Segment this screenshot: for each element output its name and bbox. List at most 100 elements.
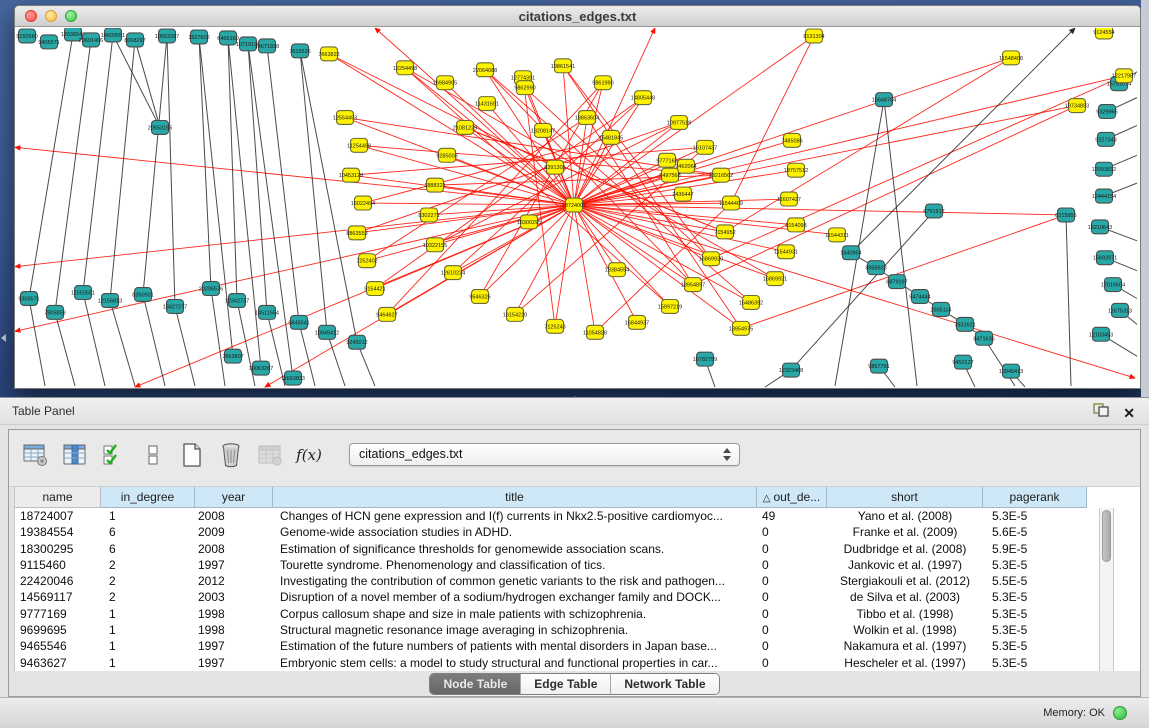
graph-edge[interactable] — [363, 203, 574, 205]
graph-edge[interactable] — [375, 98, 643, 289]
table-row[interactable]: 1456911722003Disruption of a novel membe… — [9, 589, 1140, 605]
table-cell[interactable]: 49 — [757, 508, 827, 524]
graph-edge[interactable] — [884, 100, 917, 386]
graph-edge[interactable] — [110, 40, 135, 301]
table-cell[interactable]: 1 — [101, 606, 195, 622]
table-cell[interactable]: 0 — [757, 622, 827, 638]
graph-edge[interactable] — [574, 205, 1135, 378]
table-cell[interactable]: 5.3E-5 — [983, 508, 1087, 524]
table-cell[interactable]: 5.5E-5 — [983, 573, 1087, 589]
graph-edge[interactable] — [143, 36, 167, 295]
table-cell[interactable]: Estimation of the future numbers of pati… — [273, 638, 757, 654]
graph-edge[interactable] — [248, 44, 267, 313]
table-cell[interactable]: Dudbridge et al. (2008) — [827, 541, 983, 557]
graph-edge[interactable] — [265, 205, 574, 387]
table-row[interactable]: 977716911998Corpus callosum shape and si… — [9, 606, 1140, 622]
table-cell[interactable]: 1998 — [195, 606, 273, 622]
table-row[interactable]: 946554611997Estimation of the future num… — [9, 638, 1140, 654]
table-cell[interactable]: Disruption of a novel member of a sodium… — [273, 589, 757, 605]
new-column-icon[interactable] — [177, 440, 207, 470]
table-cell[interactable]: 0 — [757, 573, 827, 589]
graph-edge[interactable] — [110, 300, 135, 386]
graph-edge[interactable] — [175, 306, 195, 386]
table-cell[interactable]: Tibbo et al. (1998) — [827, 606, 983, 622]
table-cell[interactable]: Investigating the contribution of common… — [273, 573, 757, 589]
close-panel-icon[interactable]: ✕ — [1123, 405, 1135, 421]
panel-collapse-arrow[interactable] — [1, 334, 6, 342]
table-cell[interactable]: 9463627 — [15, 655, 101, 671]
table-cell[interactable]: de Silva et al. (2003) — [827, 589, 983, 605]
table-cell[interactable]: 0 — [757, 606, 827, 622]
table-cell[interactable]: 2012 — [195, 573, 273, 589]
table-cell[interactable]: 14569117 — [15, 589, 101, 605]
minimize-window-button[interactable] — [45, 10, 57, 22]
table-cell[interactable]: 5.3E-5 — [983, 655, 1087, 671]
table-cell[interactable]: 22420046 — [15, 573, 101, 589]
graph-edge[interactable] — [113, 35, 160, 127]
scrollbar-thumb[interactable] — [1102, 510, 1111, 562]
graph-edge[interactable] — [267, 312, 285, 386]
table-cell[interactable]: 1 — [101, 655, 195, 671]
unselect-all-icon[interactable] — [138, 440, 168, 470]
table-cell[interactable]: Corpus callosum shape and size in male p… — [273, 606, 757, 622]
table-cell[interactable]: 6 — [101, 541, 195, 557]
table-cell[interactable]: 6 — [101, 524, 195, 540]
table-cell[interactable]: 2009 — [195, 524, 273, 540]
table-cell[interactable]: 1997 — [195, 638, 273, 654]
table-cell[interactable]: 0 — [757, 655, 827, 671]
tab-edge-table[interactable]: Edge Table — [520, 674, 610, 694]
zoom-window-button[interactable] — [65, 10, 77, 22]
table-cell[interactable]: 5.9E-5 — [983, 541, 1087, 557]
graph-edge[interactable] — [300, 51, 327, 332]
delete-column-icon[interactable] — [216, 440, 246, 470]
table-cell[interactable]: 0 — [757, 638, 827, 654]
graph-edge[interactable] — [135, 40, 160, 128]
table-cell[interactable]: Stergiakouli et al. (2012) — [827, 573, 983, 589]
table-cell[interactable]: Estimation of significance thresholds fo… — [273, 541, 757, 557]
table-cell[interactable]: Jankovic et al. (1997) — [827, 557, 983, 573]
column-header-short[interactable]: short — [827, 487, 983, 508]
table-cell[interactable]: 9777169 — [15, 606, 101, 622]
tab-node-table[interactable]: Node Table — [430, 674, 520, 694]
graph-edge[interactable] — [29, 34, 73, 299]
network-window[interactable]: citations_edges.txt 91505609405571120365… — [14, 5, 1141, 389]
graph-edge[interactable] — [83, 35, 113, 293]
table-row[interactable]: 1872400712008Changes of HCN gene express… — [9, 508, 1140, 524]
table-cell[interactable]: Wolkin et al. (1998) — [827, 622, 983, 638]
network-window-titlebar[interactable]: citations_edges.txt — [15, 6, 1140, 27]
graph-edge[interactable] — [711, 76, 1124, 259]
graph-edge[interactable] — [167, 36, 175, 306]
graph-edge[interactable] — [300, 51, 357, 342]
column-header-year[interactable]: year — [195, 487, 273, 508]
function-builder-icon[interactable]: f(x) — [294, 440, 324, 470]
column-header-title[interactable]: title — [273, 487, 757, 508]
table-cell[interactable]: 19384554 — [15, 524, 101, 540]
table-row[interactable]: 969969511998Structural magnetic resonanc… — [9, 622, 1140, 638]
show-columns-icon[interactable] — [60, 440, 90, 470]
graph-edge[interactable] — [211, 289, 225, 386]
table-cell[interactable]: 18724007 — [15, 508, 101, 524]
table-row[interactable]: 1938455462009Genome-wide association stu… — [9, 524, 1140, 540]
table-cell[interactable]: 9465546 — [15, 638, 101, 654]
table-cell[interactable]: 5.3E-5 — [983, 589, 1087, 605]
graph-edge[interactable] — [15, 205, 574, 267]
table-cell[interactable]: 1997 — [195, 655, 273, 671]
graph-edge[interactable] — [143, 295, 165, 386]
table-cell[interactable]: 5.3E-5 — [983, 606, 1087, 622]
graph-edge[interactable] — [199, 37, 233, 356]
table-cell[interactable]: 5.3E-5 — [983, 638, 1087, 654]
table-cell[interactable]: Franke et al. (2009) — [827, 524, 983, 540]
table-cell[interactable]: 2 — [101, 589, 195, 605]
table-cell[interactable]: 0 — [757, 524, 827, 540]
table-cell[interactable]: Embryonic stem cells: a model to study s… — [273, 655, 757, 671]
table-cell[interactable]: 2003 — [195, 589, 273, 605]
graph-edge[interactable] — [574, 205, 617, 270]
graph-edge[interactable] — [731, 36, 814, 203]
graph-edge[interactable] — [267, 46, 299, 322]
graph-edge[interactable] — [835, 100, 884, 386]
table-cell[interactable]: 1 — [101, 638, 195, 654]
table-cell[interactable]: 2008 — [195, 508, 273, 524]
table-cell[interactable]: 0 — [757, 589, 827, 605]
table-cell[interactable]: Hescheler et al. (1997) — [827, 655, 983, 671]
table-row[interactable]: 1830029562008Estimation of significance … — [9, 541, 1140, 557]
